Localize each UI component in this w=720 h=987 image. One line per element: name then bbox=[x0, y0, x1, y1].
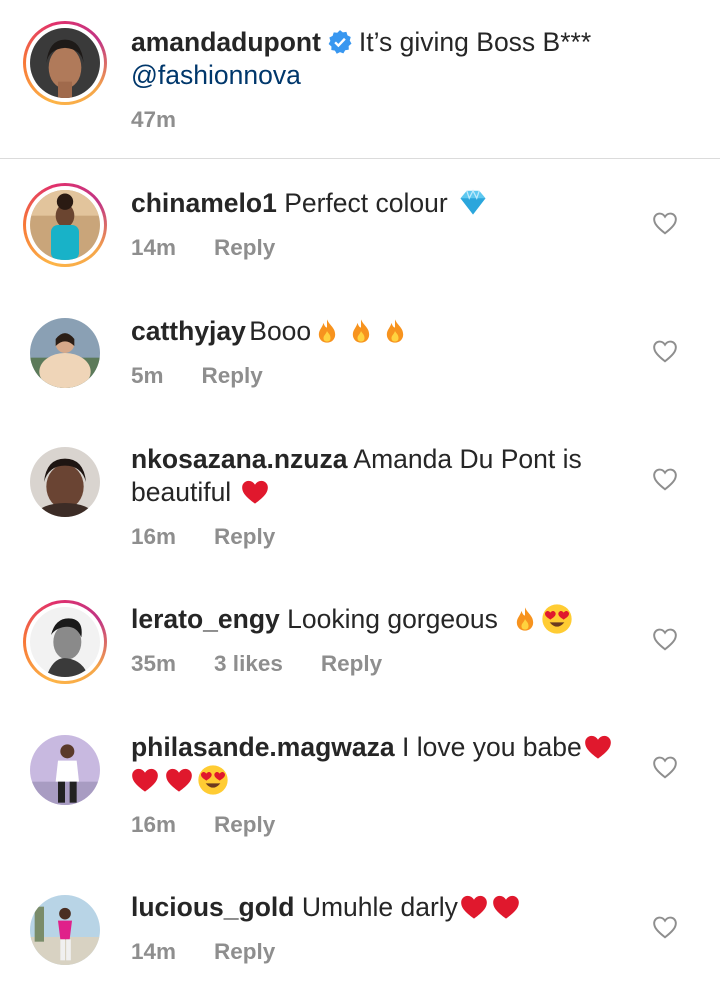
comment-body: Perfect colour bbox=[284, 188, 448, 218]
comment-timestamp: 16m bbox=[131, 524, 177, 549]
reply-button[interactable]: Reply bbox=[321, 651, 382, 676]
reply-button[interactable]: Reply bbox=[214, 235, 275, 260]
comment-username[interactable]: nkosazana.nzuza bbox=[131, 444, 347, 474]
red-heart-icon bbox=[166, 768, 192, 792]
comment-username[interactable]: lucious_gold bbox=[131, 892, 294, 922]
likes-count[interactable]: 3 likes bbox=[214, 651, 283, 676]
post-caption: amandadupont It’s giving Boss B*** @fashi… bbox=[0, 0, 720, 158]
fire-icon bbox=[318, 319, 336, 343]
story-ring bbox=[23, 183, 107, 267]
comment-username[interactable]: philasande.magwaza bbox=[131, 732, 395, 762]
comment-body: Umuhle darly bbox=[301, 892, 458, 922]
red-heart-icon bbox=[493, 895, 519, 919]
comment-timestamp: 14m bbox=[131, 235, 177, 260]
red-heart-icon bbox=[132, 768, 158, 792]
caption-username[interactable]: amandadupont bbox=[131, 27, 321, 57]
comment-body: Booo bbox=[249, 316, 312, 346]
comment-username[interactable]: catthyjay bbox=[131, 316, 246, 346]
like-heart-icon[interactable] bbox=[652, 627, 678, 651]
heart-eyes-icon bbox=[198, 765, 228, 795]
caption-mention-link[interactable]: @fashionnova bbox=[131, 60, 301, 90]
like-heart-icon[interactable] bbox=[652, 339, 678, 363]
comment-username[interactable]: lerato_engy bbox=[131, 604, 280, 634]
divider bbox=[0, 158, 720, 159]
verified-badge-icon bbox=[328, 30, 352, 54]
red-heart-icon bbox=[584, 735, 611, 759]
comment-timestamp: 16m bbox=[131, 812, 177, 837]
like-heart-icon[interactable] bbox=[652, 211, 678, 235]
reply-button[interactable]: Reply bbox=[202, 363, 263, 388]
caption-body: It’s giving Boss B*** bbox=[358, 27, 592, 57]
caption-meta: 47m bbox=[131, 107, 214, 133]
reply-button[interactable]: Reply bbox=[214, 524, 275, 549]
comment-avatar[interactable] bbox=[23, 600, 107, 684]
comment-username[interactable]: chinamelo1 bbox=[131, 188, 277, 218]
comment-avatar[interactable] bbox=[23, 311, 107, 395]
story-ring bbox=[23, 21, 107, 105]
fire-icon bbox=[517, 607, 534, 631]
caption-timestamp: 47m bbox=[131, 107, 177, 132]
reply-button[interactable]: Reply bbox=[214, 812, 275, 837]
comment-body: Looking gorgeous bbox=[287, 604, 498, 634]
gem-icon bbox=[460, 189, 486, 215]
comment-timestamp: 5m bbox=[131, 363, 164, 388]
like-heart-icon[interactable] bbox=[652, 915, 678, 939]
comment-avatar[interactable] bbox=[23, 440, 107, 524]
caption-avatar[interactable] bbox=[23, 21, 107, 105]
heart-eyes-icon bbox=[542, 604, 572, 634]
comment-avatar[interactable] bbox=[23, 888, 107, 972]
red-heart-icon bbox=[461, 895, 487, 919]
red-heart-icon bbox=[241, 480, 268, 504]
comment-timestamp: 14m bbox=[131, 939, 177, 964]
fire-icon bbox=[386, 319, 404, 343]
comment-body: I love you babe bbox=[402, 732, 582, 762]
caption-text: amandadupont It’s giving Boss B*** @fashi… bbox=[131, 26, 625, 92]
reply-button[interactable]: Reply bbox=[214, 939, 275, 964]
comment-avatar[interactable] bbox=[23, 183, 107, 267]
like-heart-icon[interactable] bbox=[652, 467, 678, 491]
like-heart-icon[interactable] bbox=[652, 755, 678, 779]
comment-avatar[interactable] bbox=[23, 728, 107, 812]
story-ring bbox=[23, 600, 107, 684]
fire-icon bbox=[352, 319, 370, 343]
comment-timestamp: 35m bbox=[131, 651, 177, 676]
